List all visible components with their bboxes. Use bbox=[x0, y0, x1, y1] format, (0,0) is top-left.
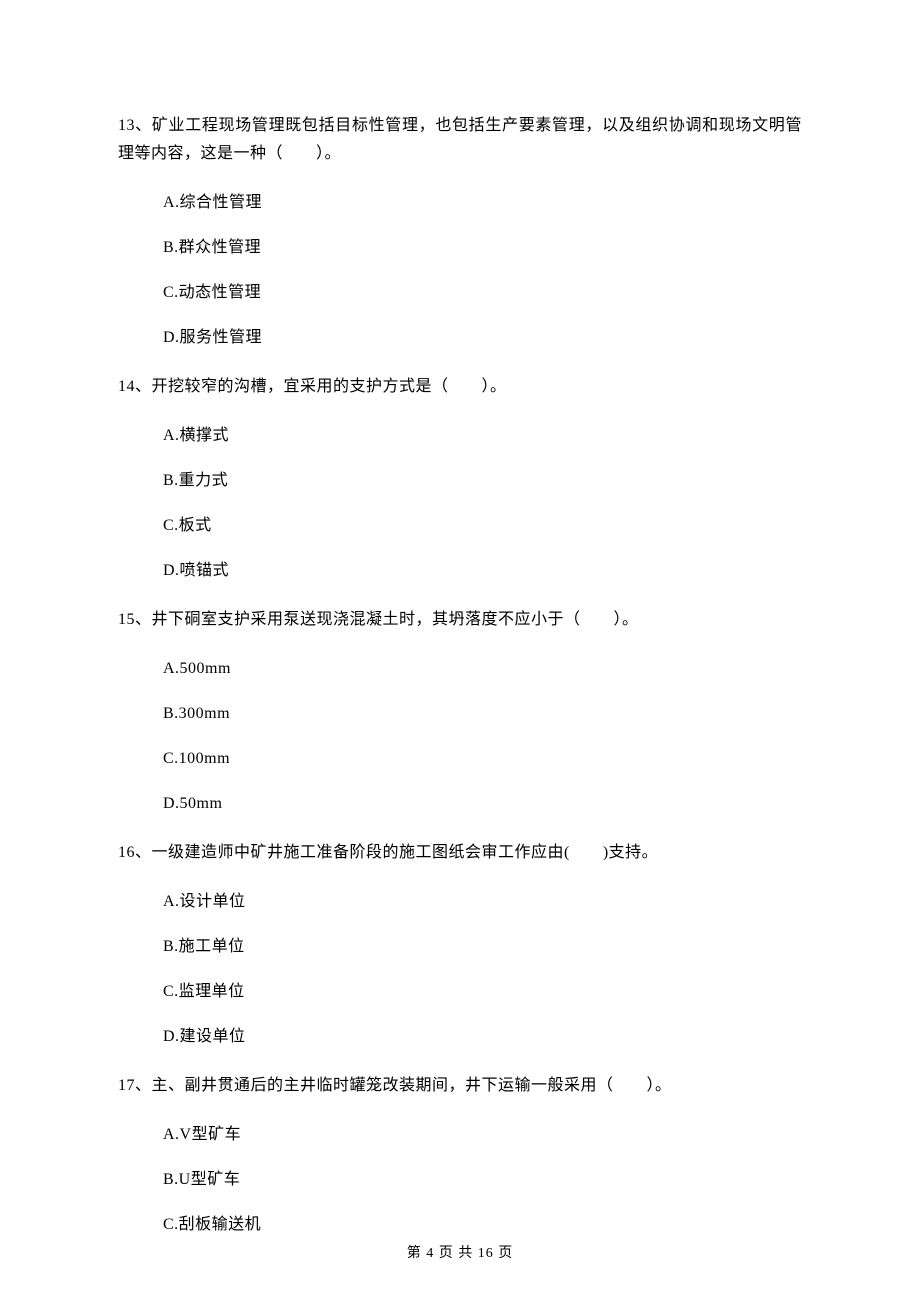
option-a: A.横撑式 bbox=[163, 426, 802, 446]
option-a: A.500mm bbox=[163, 659, 802, 679]
question-text: 13、矿业工程现场管理既包括目标性管理，也包括生产要素管理，以及组织协调和现场文… bbox=[118, 112, 802, 168]
option-a: A.V型矿车 bbox=[163, 1125, 802, 1145]
option-c: C.监理单位 bbox=[163, 982, 802, 1002]
question-options: A.设计单位 B.施工单位 C.监理单位 D.建设单位 bbox=[118, 892, 802, 1047]
option-c: C.100mm bbox=[163, 749, 802, 769]
question-options: A.500mm B.300mm C.100mm D.50mm bbox=[118, 659, 802, 814]
option-b: B.300mm bbox=[163, 704, 802, 724]
option-b: B.群众性管理 bbox=[163, 238, 802, 258]
option-b: B.施工单位 bbox=[163, 937, 802, 957]
question-15: 15、井下硐室支护采用泵送现浇混凝土时，其坍落度不应小于（ ）。 A.500mm… bbox=[118, 606, 802, 814]
question-text: 15、井下硐室支护采用泵送现浇混凝土时，其坍落度不应小于（ ）。 bbox=[118, 606, 802, 634]
question-14: 14、开挖较窄的沟槽，宜采用的支护方式是（ ）。 A.横撑式 B.重力式 C.板… bbox=[118, 373, 802, 581]
question-16: 16、一级建造师中矿井施工准备阶段的施工图纸会审工作应由( )支持。 A.设计单… bbox=[118, 839, 802, 1047]
option-d: D.50mm bbox=[163, 794, 802, 814]
option-a: A.设计单位 bbox=[163, 892, 802, 912]
option-b: B.重力式 bbox=[163, 471, 802, 491]
option-c: C.刮板输送机 bbox=[163, 1215, 802, 1235]
question-17: 17、主、副井贯通后的主井临时罐笼改装期间，井下运输一般采用（ ）。 A.V型矿… bbox=[118, 1072, 802, 1235]
option-a: A.综合性管理 bbox=[163, 193, 802, 213]
question-text: 17、主、副井贯通后的主井临时罐笼改装期间，井下运输一般采用（ ）。 bbox=[118, 1072, 802, 1100]
question-options: A.综合性管理 B.群众性管理 C.动态性管理 D.服务性管理 bbox=[118, 193, 802, 348]
question-options: A.V型矿车 B.U型矿车 C.刮板输送机 bbox=[118, 1125, 802, 1235]
option-d: D.喷锚式 bbox=[163, 561, 802, 581]
document-page: 13、矿业工程现场管理既包括目标性管理，也包括生产要素管理，以及组织协调和现场文… bbox=[0, 0, 920, 1235]
option-c: C.板式 bbox=[163, 516, 802, 536]
option-b: B.U型矿车 bbox=[163, 1170, 802, 1190]
question-text: 16、一级建造师中矿井施工准备阶段的施工图纸会审工作应由( )支持。 bbox=[118, 839, 802, 867]
question-options: A.横撑式 B.重力式 C.板式 D.喷锚式 bbox=[118, 426, 802, 581]
option-d: D.服务性管理 bbox=[163, 328, 802, 348]
option-d: D.建设单位 bbox=[163, 1027, 802, 1047]
question-text: 14、开挖较窄的沟槽，宜采用的支护方式是（ ）。 bbox=[118, 373, 802, 401]
page-footer: 第 4 页 共 16 页 bbox=[0, 1242, 920, 1262]
option-c: C.动态性管理 bbox=[163, 283, 802, 303]
question-13: 13、矿业工程现场管理既包括目标性管理，也包括生产要素管理，以及组织协调和现场文… bbox=[118, 112, 802, 348]
